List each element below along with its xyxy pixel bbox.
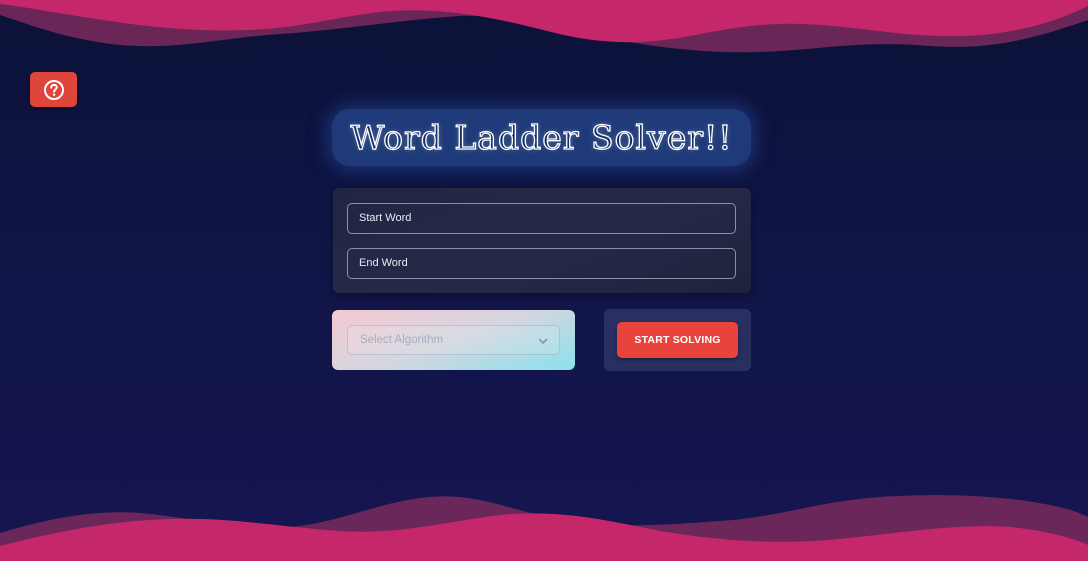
bottom-wave-decoration [0, 495, 1088, 561]
page-title: Word Ladder Solver!! [350, 117, 733, 157]
word-input-card: Start Word End Word [333, 188, 751, 293]
question-circle-icon [43, 79, 64, 100]
help-button[interactable] [30, 72, 77, 107]
algorithm-card: Select Algorithm [332, 310, 575, 370]
solve-card: START SOLVING [604, 309, 751, 371]
start-word-input[interactable]: Start Word [347, 203, 736, 234]
algorithm-select-placeholder: Select Algorithm [360, 334, 444, 346]
algorithm-select[interactable]: Select Algorithm [347, 325, 560, 355]
end-word-input[interactable]: End Word [347, 248, 736, 279]
title-banner: Word Ladder Solver!! [332, 109, 751, 166]
chevron-down-icon [538, 338, 548, 344]
start-solving-button[interactable]: START SOLVING [617, 322, 738, 358]
top-wave-decoration [0, 0, 1088, 53]
